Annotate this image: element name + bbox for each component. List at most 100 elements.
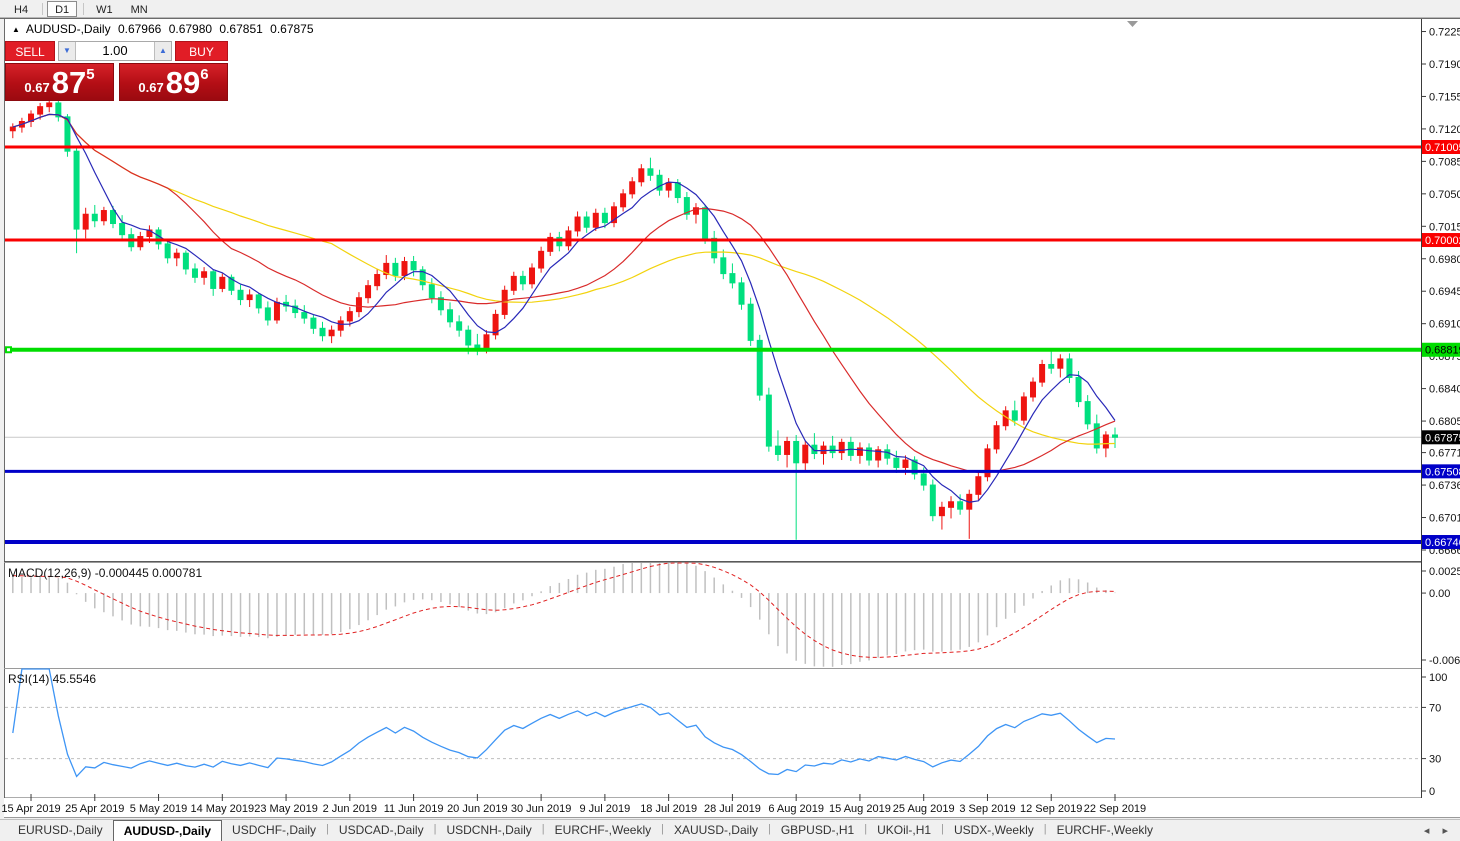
volume-decrease-icon[interactable]: ▼ [59, 42, 76, 60]
candle [666, 183, 671, 190]
sell-button[interactable]: SELL [5, 41, 55, 61]
timeframe-button-d1[interactable]: D1 [47, 1, 77, 17]
line-price-badge-text: 0.68819 [1425, 345, 1460, 357]
candle [329, 330, 334, 336]
volume-input[interactable]: 1.00 [76, 42, 154, 60]
date-tick-label[interactable]: 15 Apr 2019 [1, 803, 60, 815]
candle [302, 313, 307, 319]
candle [457, 322, 462, 330]
candle [265, 308, 270, 320]
ohlc-low: 0.67851 [219, 22, 262, 36]
tab-eurusd-daily[interactable]: EURUSD-,Daily [8, 820, 113, 841]
date-tick-label[interactable]: 2 Jun 2019 [323, 803, 377, 815]
timeframe-toolbar: H4 D1 W1MN [0, 0, 1460, 18]
date-tick-label[interactable]: 20 Jun 2019 [447, 803, 508, 815]
candle [484, 335, 489, 350]
volume-increase-icon[interactable]: ▲ [154, 42, 171, 60]
candle [38, 107, 43, 114]
candle [748, 304, 753, 340]
collapse-trade-panel-icon[interactable]: ▲ [12, 25, 20, 34]
price-tick-label: 0.68050 [1429, 416, 1460, 428]
date-tick-label[interactable]: 14 May 2019 [191, 803, 255, 815]
candle [511, 276, 516, 290]
candle [274, 302, 279, 320]
timeframe-button-h4[interactable]: H4 [6, 1, 36, 17]
candle [1058, 359, 1063, 368]
candle [530, 268, 535, 284]
candle [202, 272, 207, 278]
tab-usdchf-daily[interactable]: USDCHF-,Daily [222, 820, 326, 841]
date-tick-label[interactable]: 6 Aug 2019 [768, 803, 824, 815]
candle [930, 485, 935, 516]
tab-xauusd-daily[interactable]: XAUUSD-,Daily [664, 820, 768, 841]
candle [92, 214, 97, 220]
terminal-window: 0.722500.719000.715500.712000.708500.705… [0, 0, 1460, 841]
price-tick-label: 0.70500 [1429, 189, 1460, 201]
candle [839, 442, 844, 452]
tab-eurchf-weekly[interactable]: EURCHF-,Weekly [545, 820, 661, 841]
candle [584, 217, 589, 227]
candle [429, 285, 434, 298]
rsi-indicator-label: RSI(14) 45.5546 [8, 672, 96, 686]
candle [657, 175, 662, 190]
date-tick-label[interactable]: 5 May 2019 [130, 803, 187, 815]
candle [83, 214, 88, 229]
date-tick-label[interactable]: 23 May 2019 [254, 803, 318, 815]
candle [803, 445, 808, 463]
tab-scroll-arrows: ◂ ▸ [1414, 824, 1448, 837]
date-tick-label[interactable]: 28 Jul 2019 [704, 803, 761, 815]
price-tick-label: 0.71900 [1429, 59, 1460, 71]
date-tick-label[interactable]: 11 Jun 2019 [384, 803, 444, 815]
buy-price-box[interactable]: 0.67 89 6 [119, 63, 228, 101]
tab-usdx-weekly[interactable]: USDX-,Weekly [944, 820, 1044, 841]
date-tick-label[interactable]: 18 Jul 2019 [640, 803, 697, 815]
candle [47, 103, 52, 107]
candle [393, 263, 398, 275]
timeframe-button-w1[interactable]: W1 [88, 1, 121, 17]
candle [247, 295, 252, 300]
tab-usdcad-daily[interactable]: USDCAD-,Daily [329, 820, 434, 841]
candle [639, 169, 644, 182]
ohlc-open: 0.67966 [118, 22, 161, 36]
tab-ukoil-h1[interactable]: UKOil-,H1 [867, 820, 941, 841]
date-tick-label[interactable]: 12 Sep 2019 [1020, 803, 1082, 815]
tab-audusd-daily[interactable]: AUDUSD-,Daily [113, 820, 222, 841]
timeframe-button-mn[interactable]: MN [123, 1, 156, 17]
candle [138, 237, 143, 247]
sell-price-box[interactable]: 0.67 87 5 [5, 63, 114, 101]
price-tick-label: 0.70150 [1429, 221, 1460, 233]
price-tick-label: 0.67010 [1429, 513, 1460, 525]
tab-usdcnh-daily[interactable]: USDCNH-,Daily [436, 820, 541, 841]
buy-button[interactable]: BUY [175, 41, 228, 61]
candle [885, 450, 890, 458]
price-tick-label: 0.67360 [1429, 480, 1460, 492]
date-tick-label[interactable]: 9 Jul 2019 [580, 803, 631, 815]
candle [520, 276, 525, 283]
indicator-tick-label: 0.00 [1429, 588, 1450, 600]
candle [466, 330, 471, 345]
chart-canvas[interactable]: 0.722500.719000.715500.712000.708500.705… [0, 0, 1460, 841]
tab-scroll-left-icon[interactable]: ◂ [1424, 825, 1430, 837]
tab-gbpusd-h1[interactable]: GBPUSD-,H1 [771, 820, 864, 841]
date-tick-label[interactable]: 22 Sep 2019 [1084, 803, 1146, 815]
candle [1112, 435, 1117, 437]
date-tick-label[interactable]: 30 Jun 2019 [511, 803, 572, 815]
candle [775, 446, 780, 454]
candle [1085, 402, 1090, 424]
candle [174, 253, 179, 258]
candle [921, 474, 926, 485]
one-click-trade-panel: SELL ▼ 1.00 ▲ BUY 0.67 87 5 0.67 89 6 [5, 41, 228, 101]
tab-eurchf-weekly[interactable]: EURCHF-,Weekly [1047, 820, 1163, 841]
candle [703, 208, 708, 239]
date-tick-label[interactable]: 25 Aug 2019 [893, 803, 955, 815]
buy-price-prefix: 0.67 [138, 80, 163, 95]
macd-indicator-label: MACD(12,26,9) -0.000445 0.000781 [8, 566, 202, 580]
tab-scroll-right-icon[interactable]: ▸ [1442, 825, 1448, 837]
date-tick-label[interactable]: 25 Apr 2019 [65, 803, 124, 815]
date-tick-label[interactable]: 15 Aug 2019 [829, 803, 891, 815]
date-tick-label[interactable]: 3 Sep 2019 [959, 803, 1015, 815]
sell-price-pip: 5 [86, 66, 94, 83]
candle [375, 275, 380, 286]
candle [621, 194, 626, 207]
candle [120, 224, 125, 235]
